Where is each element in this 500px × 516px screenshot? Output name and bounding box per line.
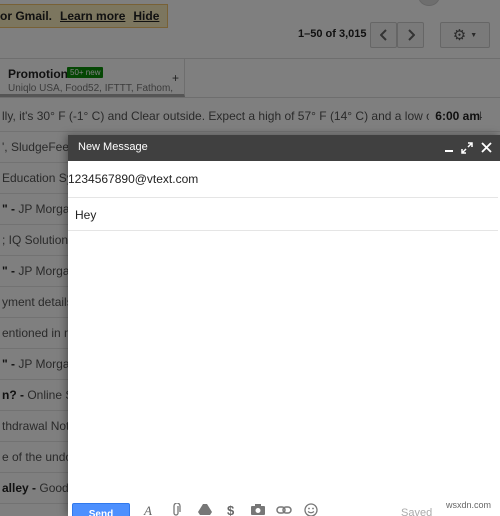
recipient-value: 1234567890@vtext.com xyxy=(68,172,199,186)
subject-field[interactable]: Hey xyxy=(68,198,498,231)
drive-icon[interactable] xyxy=(198,503,212,516)
compose-header[interactable]: New Message xyxy=(68,135,500,161)
link-icon[interactable] xyxy=(276,503,292,516)
money-icon[interactable]: $ xyxy=(227,503,234,516)
format-text-icon[interactable]: A xyxy=(144,503,152,516)
attach-icon[interactable] xyxy=(172,502,181,516)
expand-icon[interactable] xyxy=(461,142,473,157)
compose-title: New Message xyxy=(78,141,148,153)
compose-toolbar: Send A $ Saved xyxy=(68,496,500,516)
message-body[interactable] xyxy=(68,232,498,496)
recipients-field[interactable]: 1234567890@vtext.com xyxy=(68,161,498,198)
send-button[interactable]: Send xyxy=(72,503,130,516)
emoji-icon[interactable] xyxy=(304,503,318,516)
minimize-icon[interactable] xyxy=(444,141,454,156)
close-icon[interactable] xyxy=(481,142,492,156)
photo-icon[interactable] xyxy=(250,503,266,516)
saved-status: Saved xyxy=(401,507,433,516)
compose-window: New Message 1234567890@vtext.com Hey Sen… xyxy=(68,135,500,516)
subject-value: Hey xyxy=(75,208,97,222)
watermark: wsxdn.com xyxy=(444,500,494,510)
